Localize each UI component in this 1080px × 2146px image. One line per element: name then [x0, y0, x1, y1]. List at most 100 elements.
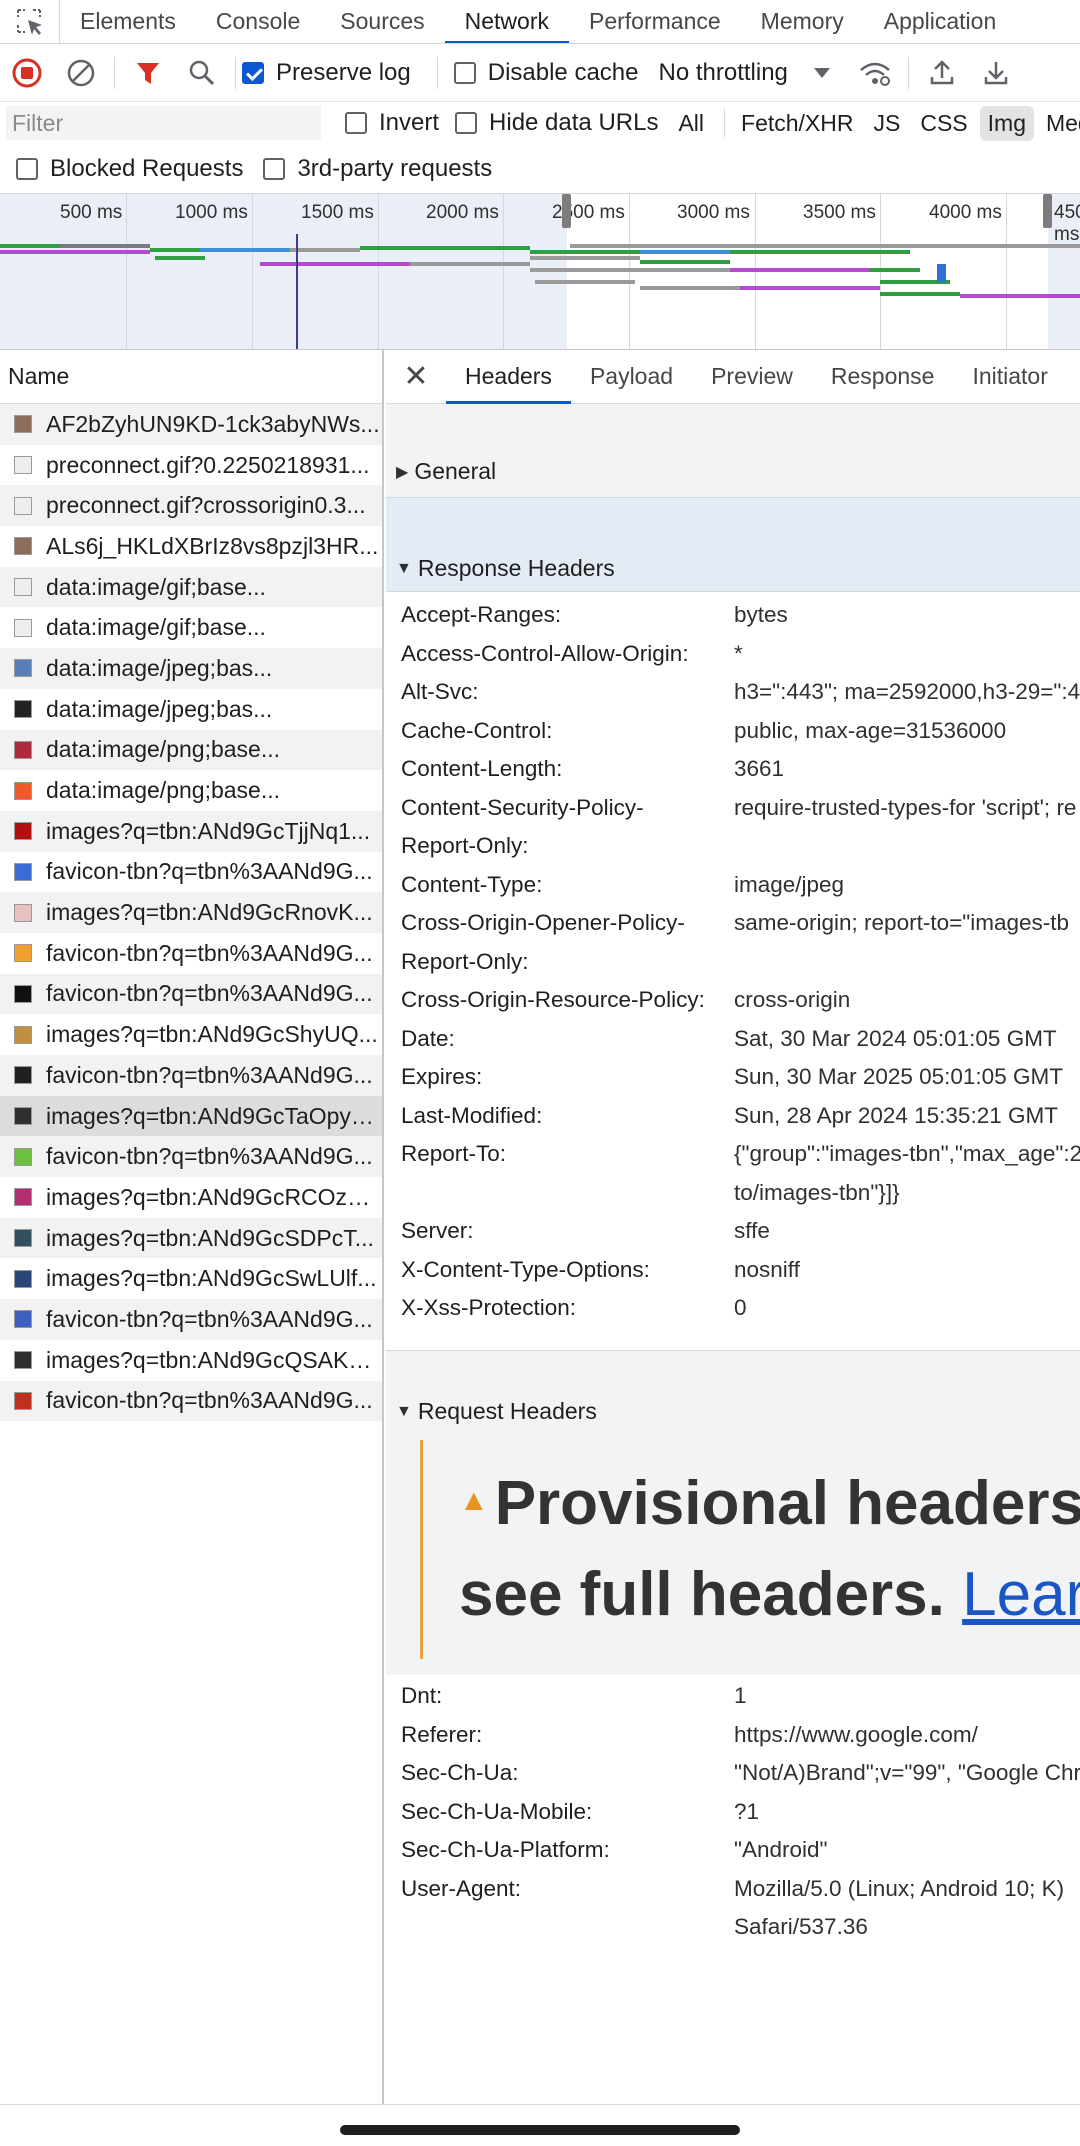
tab-performance[interactable]: Performance [569, 0, 741, 43]
request-row[interactable]: data:image/png;base... [0, 770, 382, 811]
filter-icon[interactable] [121, 44, 175, 101]
request-row[interactable]: images?q=tbn:ANd9GcRnovK... [0, 892, 382, 933]
request-headers-section-header[interactable]: ▼ Request Headers [386, 1397, 1080, 1432]
request-row[interactable]: preconnect.gif?0.2250218931... [0, 445, 382, 486]
blocked-requests-label: Blocked Requests [50, 154, 244, 182]
request-row[interactable]: ALs6j_HKLdXBrIz8vs8pzjl3HR... [0, 526, 382, 567]
type-filter-fetch-xhr[interactable]: Fetch/XHR [733, 106, 861, 141]
overview-right-handle[interactable] [1043, 194, 1052, 228]
stop-recording-icon[interactable] [0, 44, 54, 101]
header-value: * [734, 640, 743, 666]
learn-more-link[interactable]: Learn [962, 1560, 1080, 1629]
invert-checkbox[interactable]: Invert [345, 109, 439, 137]
request-row[interactable]: favicon-tbn?q=tbn%3AANd9G... [0, 933, 382, 974]
tab-network[interactable]: Network [444, 0, 569, 43]
overview-left-handle[interactable] [562, 194, 571, 228]
header-value: "Not/A)Brand";v="99", "Google Chr [734, 1760, 1080, 1786]
request-row[interactable]: images?q=tbn:ANd9GcQSAKQ... [0, 1340, 382, 1381]
header-row: Safari/537.36 [386, 1908, 1080, 1947]
tab-application[interactable]: Application [864, 0, 1017, 43]
request-row[interactable]: favicon-tbn?q=tbn%3AANd9G... [0, 1136, 382, 1178]
warning-line-2: see full headers. [459, 1560, 945, 1630]
tab-console[interactable]: Console [196, 0, 320, 43]
tab-response[interactable]: Response [812, 350, 954, 404]
header-row: Content-Security-Policy-require-trusted-… [386, 789, 1080, 828]
request-row[interactable]: data:image/jpeg;bas... [0, 648, 382, 689]
request-options-bar: Blocked Requests 3rd-party requests [0, 144, 1080, 194]
blocked-requests-check[interactable] [16, 157, 38, 180]
request-row[interactable]: images?q=tbn:ANd9GcSwLUlf... [0, 1258, 382, 1299]
tab-initiator[interactable]: Initiator [953, 350, 1066, 404]
request-row[interactable]: images?q=tbn:ANd9GcShyUQ... [0, 1014, 382, 1055]
header-name: Sec-Ch-Ua-Platform: [401, 1837, 610, 1863]
request-headers-list: Dnt: 1 Referer: https://www.google.com/Sec-… [386, 1675, 1080, 1947]
header-value: image/jpeg [734, 871, 845, 897]
request-row[interactable]: preconnect.gif?crossorigin0.3... [0, 485, 382, 527]
request-row[interactable]: images?q=tbn:ANd9GcTjjNq1... [0, 810, 382, 852]
search-icon[interactable] [175, 44, 229, 101]
preserve-log-check[interactable] [242, 61, 264, 84]
request-row[interactable]: favicon-tbn?q=tbn%3AANd9G... [0, 973, 382, 1015]
header-value: nosniff [734, 1256, 800, 1282]
blocked-requests-checkbox[interactable]: Blocked Requests [16, 155, 243, 183]
overview-request-bar [260, 262, 410, 266]
header-name: Alt-Svc: [401, 679, 479, 704]
request-name: preconnect.gif?crossorigin0.3... [46, 492, 366, 519]
request-row[interactable]: AF2bZyhUN9KD-1ck3abyNWs... [0, 404, 382, 445]
preserve-log-checkbox[interactable]: Preserve log [242, 59, 411, 87]
import-har-icon[interactable] [915, 44, 969, 101]
resource-thumbnail-icon [14, 1188, 32, 1207]
disable-cache-check[interactable] [453, 61, 476, 84]
disable-cache-checkbox[interactable]: Disable cache [453, 59, 638, 87]
tab-memory[interactable]: Memory [741, 0, 864, 43]
tab-headers[interactable]: Headers [446, 350, 571, 404]
overview-request-bar [870, 268, 920, 272]
third-party-check[interactable] [263, 157, 286, 180]
request-row[interactable]: favicon-tbn?q=tbn%3AANd9G... [0, 1299, 382, 1340]
request-row[interactable]: data:image/gif;base... [0, 566, 382, 608]
request-row[interactable]: data:image/gif;base... [0, 607, 382, 648]
type-filter-css[interactable]: CSS [912, 106, 975, 141]
filter-input[interactable] [6, 106, 321, 140]
tab-preview[interactable]: Preview [692, 350, 812, 404]
overview-request-bar [730, 268, 870, 272]
overview-gridline [755, 194, 756, 349]
type-filter-js[interactable]: JS [866, 106, 909, 141]
request-row[interactable]: favicon-tbn?q=tbn%3AANd9G... [0, 852, 382, 893]
third-party-checkbox[interactable]: 3rd-party requests [263, 155, 492, 183]
gesture-handle[interactable] [340, 2125, 740, 2135]
tab-sources[interactable]: Sources [320, 0, 444, 43]
request-row[interactable]: images?q=tbn:ANd9GcTaOpyF... [0, 1095, 382, 1137]
type-filter-img[interactable]: Img [979, 105, 1034, 141]
type-filter-media[interactable]: Media [1038, 106, 1080, 141]
header-name: Cross-Origin-Resource-Policy: [401, 987, 705, 1012]
hide-data-urls-checkbox[interactable]: Hide data URLs [455, 109, 658, 137]
request-row[interactable]: favicon-tbn?q=tbn%3AANd9G... [0, 1055, 382, 1096]
clear-icon[interactable] [54, 44, 108, 101]
general-section-header[interactable]: ▶ General [386, 446, 1080, 498]
hide-data-urls-check[interactable] [455, 112, 478, 134]
throttling-select[interactable]: No throttling [658, 59, 830, 87]
request-row[interactable]: images?q=tbn:ANd9GcRCOzR... [0, 1177, 382, 1218]
overview-request-bar [60, 244, 150, 248]
overview-request-bar [850, 250, 910, 254]
request-row[interactable]: data:image/jpeg;bas... [0, 689, 382, 730]
inspect-element-icon[interactable] [0, 0, 60, 43]
response-headers-section-header[interactable]: ▼ Response Headers [386, 546, 1080, 592]
close-icon[interactable]: ✕ [386, 350, 446, 404]
type-filter-all[interactable]: All [670, 106, 712, 141]
overview-gridline [503, 194, 504, 349]
header-value: Mozilla/5.0 (Linux; Android 10; K) [734, 1875, 1065, 1901]
export-har-icon[interactable] [969, 44, 1023, 101]
request-row[interactable]: images?q=tbn:ANd9GcSDPcT... [0, 1217, 382, 1259]
name-column-header[interactable]: Name [0, 350, 382, 404]
tab-elements[interactable]: Elements [60, 0, 196, 43]
header-value: bytes [734, 602, 788, 627]
request-name: images?q=tbn:ANd9GcRnovK... [46, 899, 373, 926]
invert-check[interactable] [345, 112, 367, 134]
request-row[interactable]: data:image/png;base... [0, 729, 382, 771]
network-overview-timeline[interactable]: 500 ms 1000 ms 1500 ms 2000 ms 2500 ms 3… [0, 194, 1080, 350]
tab-payload[interactable]: Payload [571, 350, 692, 404]
network-conditions-icon[interactable] [848, 44, 902, 101]
request-row[interactable]: favicon-tbn?q=tbn%3AANd9G... [0, 1380, 382, 1422]
